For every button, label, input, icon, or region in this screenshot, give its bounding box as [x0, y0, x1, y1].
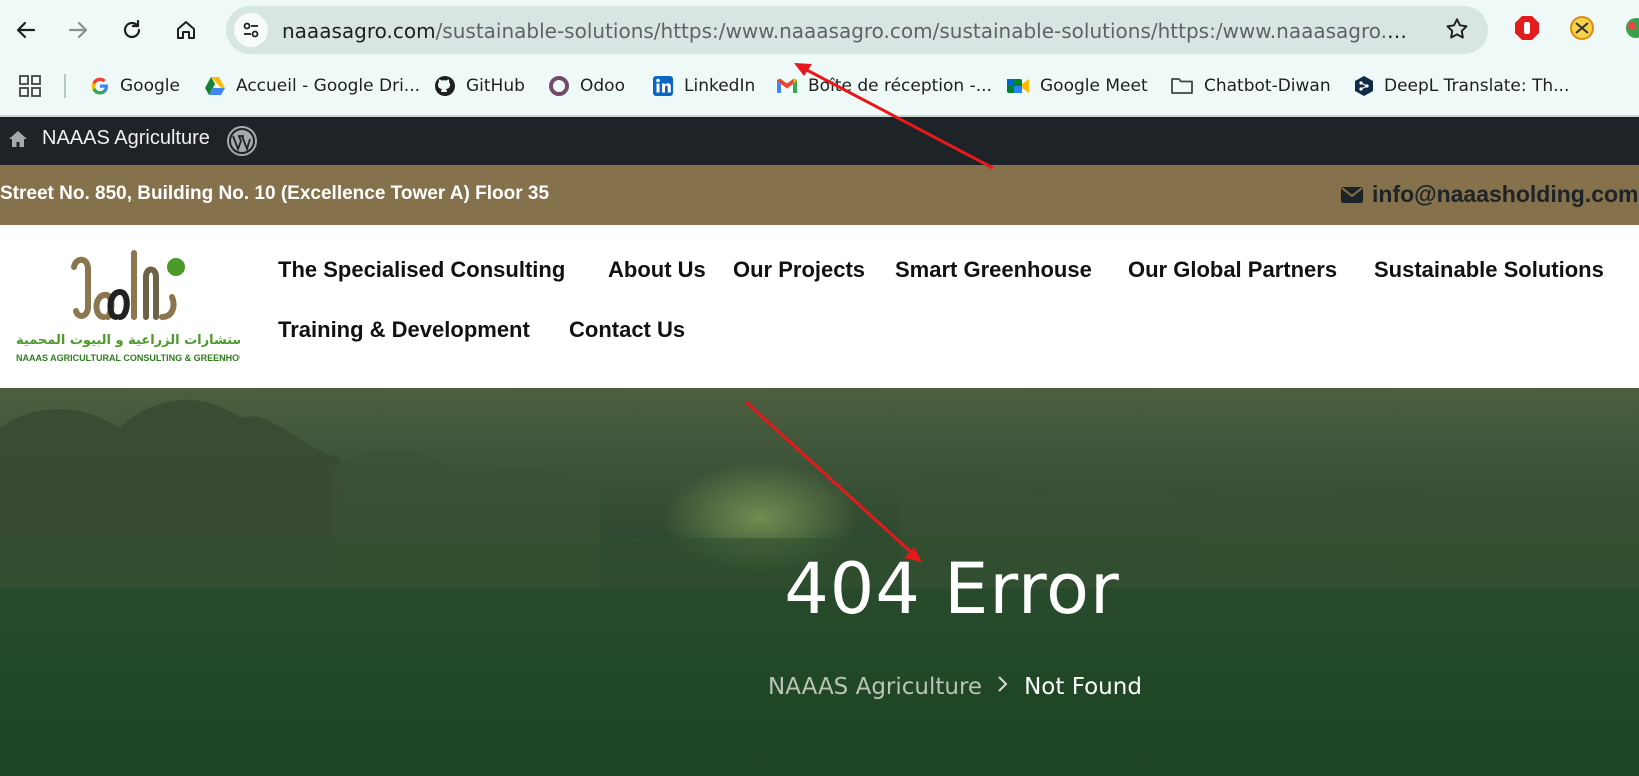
bookmarks-bar: Google Accueil - Google Dri... GitHub Od… [0, 64, 1639, 108]
house-icon [9, 130, 27, 147]
site-header: ناس للإستشارات الزراعية و البيوت المحمية… [0, 225, 1639, 388]
home-button[interactable] [168, 12, 204, 48]
address-bar[interactable]: naaasagro.com/sustainable-solutions/http… [226, 6, 1488, 54]
bookmark-label: Google [120, 76, 180, 96]
bookmark-github[interactable]: GitHub [434, 70, 525, 102]
naaas-logo-mark [71, 250, 185, 320]
site-info-button[interactable] [234, 13, 268, 47]
menu-item-smart-greenhouse[interactable]: Smart Greenhouse [895, 257, 1092, 283]
browser-chrome: naaasagro.com/sustainable-solutions/http… [0, 0, 1639, 117]
extension-button-2[interactable] [1568, 14, 1598, 44]
bookmark-folder-chatbot[interactable]: Chatbot-Diwan [1170, 70, 1331, 102]
url-text[interactable]: naaasagro.com/sustainable-solutions/http… [282, 19, 1412, 43]
odoo-icon [549, 76, 569, 96]
top-info-bar: Street No. 850, Building No. 10 (Excelle… [0, 165, 1639, 225]
logo-english-text: NAAAS AGRICULTURAL CONSULTING & GREENHOU… [16, 353, 240, 363]
contact-email-link[interactable]: info@naaasholding.com [1340, 181, 1639, 208]
wordpress-menu-button[interactable] [226, 125, 258, 162]
star-icon [1446, 18, 1468, 39]
bookmark-label: Google Meet [1040, 76, 1148, 96]
menu-item-specialised-consulting[interactable]: The Specialised Consulting [278, 257, 565, 283]
chevron-right-icon [998, 676, 1008, 692]
folder-icon [1171, 78, 1193, 94]
bookmark-label: LinkedIn [684, 76, 756, 96]
bookmark-linkedin[interactable]: LinkedIn [652, 70, 755, 102]
apps-grid-icon [19, 75, 41, 97]
bookmark-google-drive[interactable]: Accueil - Google Dri... [204, 70, 420, 102]
reload-icon [123, 19, 141, 39]
bookmarks-divider [64, 74, 66, 98]
url-path: /sustainable-solutions/https:/www.naaasa… [435, 19, 1412, 43]
menu-item-training-development[interactable]: Training & Development [278, 317, 530, 343]
home-icon [177, 21, 195, 39]
deepl-icon [1355, 76, 1373, 96]
wp-admin-bar: NAAAS Agriculture [0, 117, 1639, 165]
gmail-icon [777, 78, 797, 93]
bookmark-deepl[interactable]: DeepL Translate: Th... [1354, 70, 1569, 102]
bookmark-google[interactable]: Google [90, 70, 180, 102]
breadcrumb-current: Not Found [1024, 674, 1142, 700]
breadcrumb-separator [996, 674, 1010, 700]
envelope-icon [1341, 186, 1363, 203]
forward-button[interactable] [60, 12, 96, 48]
google-meet-icon [1007, 79, 1029, 93]
adblock-extension-button[interactable] [1513, 14, 1543, 44]
page-title: 404 Error [784, 548, 1120, 630]
wordpress-icon [227, 126, 257, 156]
breadcrumb-home-link[interactable]: NAAAS Agriculture [768, 674, 982, 700]
hero-banner: 404 Error NAAAS Agriculture Not Found [0, 388, 1639, 776]
linkedin-icon [653, 76, 673, 96]
site-logo[interactable]: ناس للإستشارات الزراعية و البيوت المحمية… [16, 237, 240, 367]
github-icon [435, 76, 455, 96]
apps-button[interactable] [18, 70, 52, 102]
extension-button-3[interactable] [1622, 14, 1639, 44]
bookmark-star-button[interactable] [1444, 16, 1470, 47]
google-drive-icon [205, 77, 225, 95]
bookmark-label: Accueil - Google Dri... [236, 76, 421, 96]
forward-arrow-icon [68, 21, 88, 39]
tune-icon [243, 22, 259, 38]
menu-item-global-partners[interactable]: Our Global Partners [1128, 257, 1337, 283]
email-text: info@naaasholding.com [1372, 181, 1639, 207]
menu-item-our-projects[interactable]: Our Projects [733, 257, 865, 283]
admin-site-name: NAAAS Agriculture [42, 127, 210, 149]
admin-site-link[interactable]: NAAAS Agriculture [8, 127, 210, 150]
logo-arabic-text: ناس للإستشارات الزراعية و البيوت المحمية [16, 333, 240, 348]
bookmark-label: GitHub [466, 76, 525, 96]
bookmark-label: Odoo [580, 76, 625, 96]
google-icon [91, 77, 108, 95]
bookmark-label: Chatbot-Diwan [1204, 76, 1331, 96]
extension-leaf-icon [1626, 18, 1639, 38]
menu-item-contact-us[interactable]: Contact Us [569, 317, 685, 343]
bookmark-gmail[interactable]: Boîte de réception -... [776, 70, 992, 102]
back-arrow-icon [16, 21, 36, 39]
bookmark-label: Boîte de réception -... [808, 76, 992, 96]
bookmark-google-meet[interactable]: Google Meet [1006, 70, 1148, 102]
stop-hand-icon [1515, 16, 1539, 40]
menu-item-sustainable-solutions[interactable]: Sustainable Solutions [1374, 257, 1604, 283]
bookmark-odoo[interactable]: Odoo [548, 70, 625, 102]
extension-badge-icon [1570, 16, 1594, 40]
back-button[interactable] [8, 12, 44, 48]
reload-button[interactable] [114, 12, 150, 48]
office-address: Street No. 850, Building No. 10 (Excelle… [0, 183, 550, 204]
bookmark-label: DeepL Translate: Th... [1384, 76, 1570, 96]
breadcrumb: NAAAS Agriculture Not Found [768, 674, 1142, 700]
url-host: naaasagro.com [282, 19, 436, 43]
menu-item-about-us[interactable]: About Us [608, 257, 706, 283]
